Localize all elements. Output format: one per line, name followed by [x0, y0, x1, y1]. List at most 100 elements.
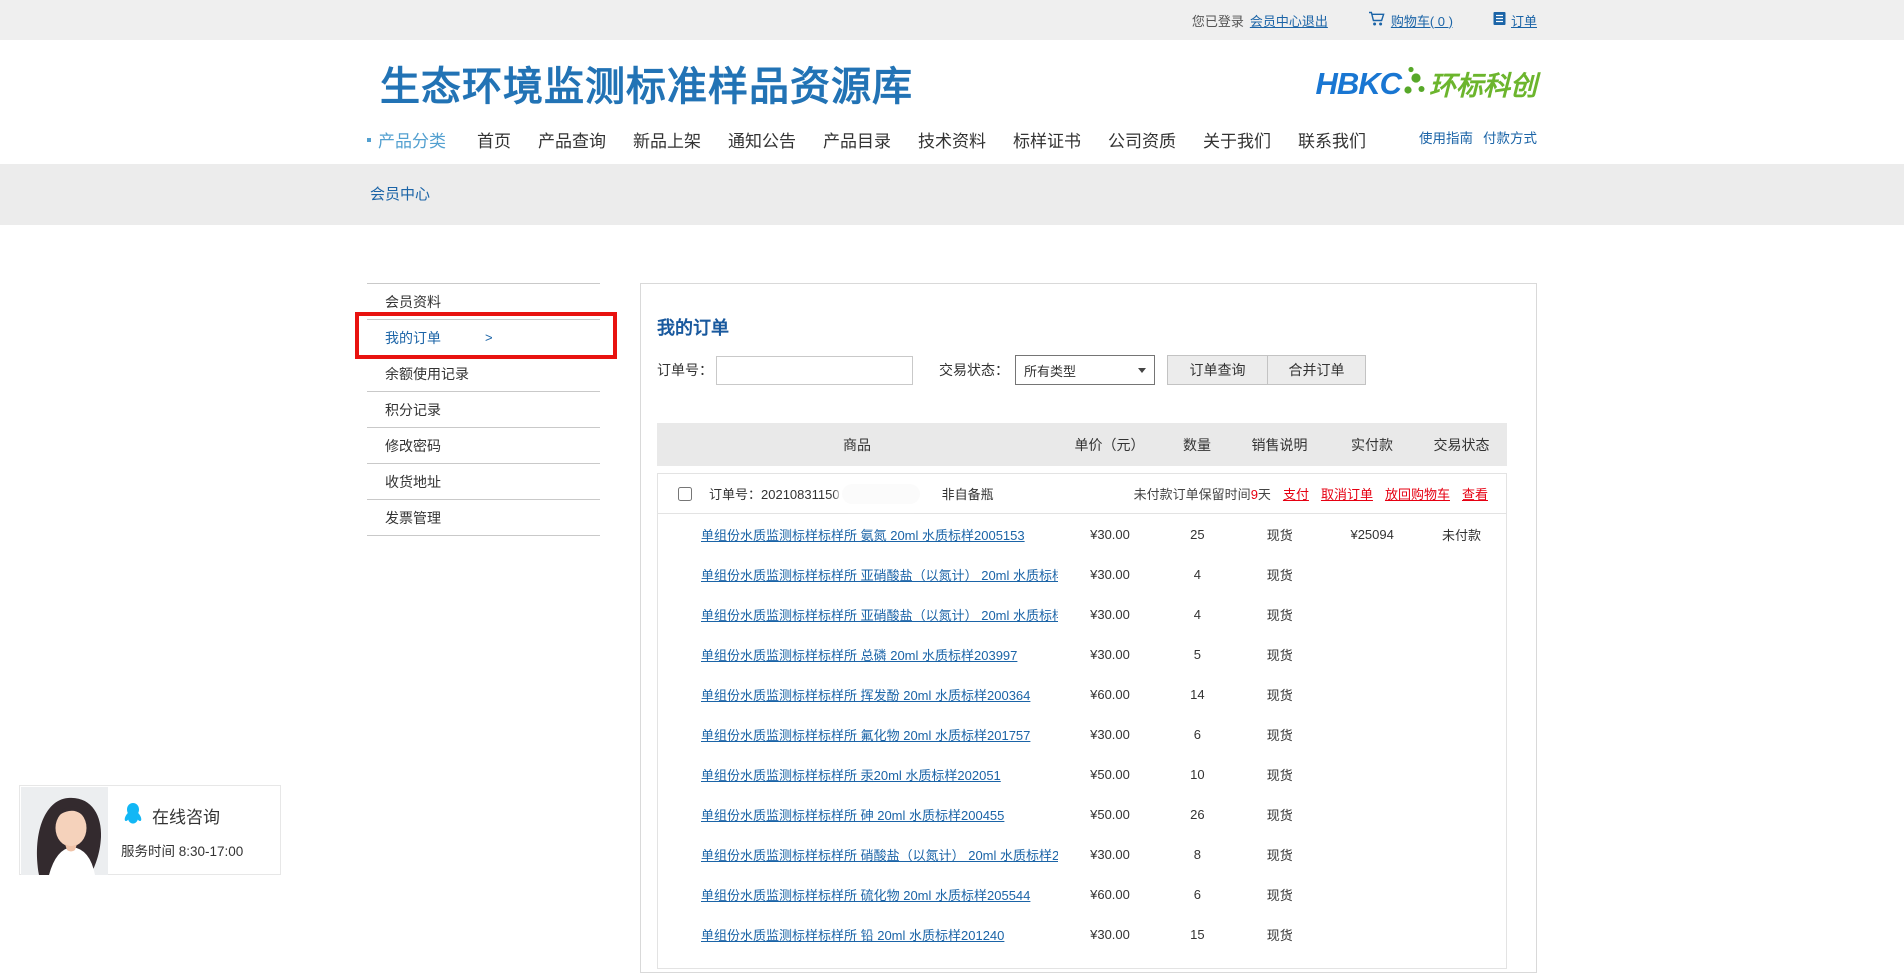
product-qty: 25 [1162, 527, 1232, 542]
order-product-rows: 单组份水质监测标样标样所 氨氮 20ml 水质标样2005153 ¥30.00 25… [658, 514, 1506, 968]
cart-group[interactable]: 购物车( 0 ) [1368, 11, 1453, 30]
orders-group[interactable]: 订单 [1493, 11, 1537, 30]
product-sales-note: 现货 [1232, 525, 1327, 544]
sidebar-item[interactable]: 修改密码 [367, 428, 600, 464]
sidebar-item-label: 余额使用记录 [385, 356, 469, 391]
order-product-row: 单组份水质监测标样标样所 总磷 20ml 水质标样203997¥30.005现货 [658, 634, 1506, 674]
product-link[interactable]: 单组份水质监测标样标样所 铅 20ml 水质标样201240 [701, 928, 1004, 943]
product-sales-note: 现货 [1232, 925, 1327, 944]
product-qty: 14 [1162, 687, 1232, 702]
nav-item[interactable]: 通知公告 [728, 127, 796, 152]
status-select-value: 所有类型 [1024, 361, 1076, 380]
table-header-cell: 商品 [657, 435, 1057, 455]
order-action-link[interactable]: 支付 [1283, 484, 1309, 503]
product-price: ¥60.00 [1058, 887, 1163, 902]
orders-link[interactable]: 订单 [1511, 11, 1537, 30]
product-qty: 6 [1162, 887, 1232, 902]
retention-text: 未付款订单保留时间9天 [1134, 484, 1271, 503]
qq-icon [123, 802, 143, 829]
header: 生态环境监测标准样品资源库 HBKC 环标科创 产品分类 首页产品查询新品上架通… [0, 40, 1904, 164]
brand-dots-icon [1401, 65, 1425, 102]
sidebar-item[interactable]: 我的订单> [367, 320, 600, 356]
sidebar-item[interactable]: 会员资料 [367, 284, 600, 320]
product-sales-note: 现货 [1232, 845, 1327, 864]
consult-title: 在线咨询 [152, 803, 220, 828]
nav-item[interactable]: 联系我们 [1298, 127, 1366, 152]
product-price: ¥30.00 [1058, 847, 1163, 862]
product-name-cell: 单组份水质监测标样标样所 氨氮 20ml 水质标样2005153 [658, 525, 1058, 544]
sidebar-item[interactable]: 余额使用记录 [367, 356, 600, 392]
cart-link[interactable]: 购物车( 0 ) [1391, 11, 1453, 30]
product-link[interactable]: 单组份水质监测标样标样所 挥发酚 20ml 水质标样200364 [701, 688, 1030, 703]
product-sales-note: 现货 [1232, 565, 1327, 584]
product-name-cell: 单组份水质监测标样标样所 砷 20ml 水质标样200455 [658, 805, 1058, 824]
nav-item[interactable]: 技术资料 [918, 127, 986, 152]
product-price: ¥30.00 [1058, 567, 1163, 582]
product-link[interactable]: 单组份水质监测标样标样所 氟化物 20ml 水质标样201757 [701, 728, 1030, 743]
chevron-right-icon: > [485, 320, 493, 355]
product-sales-note: 现货 [1232, 885, 1327, 904]
product-sales-note: 现货 [1232, 725, 1327, 744]
header-utility-link[interactable]: 使用指南 [1419, 127, 1473, 147]
order-checkbox[interactable] [678, 487, 692, 501]
online-consult-widget[interactable]: 在线咨询 服务时间 8:30-17:00 [19, 785, 281, 875]
sidebar-item[interactable]: 收货地址 [367, 464, 600, 500]
sidebar-item-label: 积分记录 [385, 392, 441, 427]
nav-product-category[interactable]: 产品分类 [367, 127, 446, 152]
product-link[interactable]: 单组份水质监测标样标样所 亚硝酸盐（以氮计） 20ml 水质标样200644 [701, 608, 1058, 623]
header-utility-link[interactable]: 付款方式 [1483, 127, 1537, 147]
order-action-link[interactable]: 查看 [1462, 484, 1488, 503]
table-header-cell: 交易状态 [1417, 435, 1506, 455]
order-product-row: 单组份水质监测标样标样所 硫化物 20ml 水质标样205544 ¥60.006现… [658, 874, 1506, 914]
product-link[interactable]: 单组份水质监测标样标样所 砷 20ml 水质标样200455 [701, 808, 1004, 823]
order-action-link[interactable]: 取消订单 [1321, 484, 1373, 503]
product-link[interactable]: 单组份水质监测标样标样所 汞20ml 水质标样202051 [701, 768, 1001, 783]
product-name-cell: 单组份水质监测标样标样所 亚硝酸盐（以氮计） 20ml 水质标样200644 [658, 605, 1058, 624]
brand-logo-cn: 环标科创 [1429, 64, 1537, 103]
agent-photo [21, 787, 108, 875]
sidebar-item-label: 会员资料 [385, 284, 441, 319]
sidebar-item[interactable]: 发票管理 [367, 500, 600, 536]
nav-item[interactable]: 标样证书 [1013, 127, 1081, 152]
category-dot-icon [367, 138, 371, 142]
order-product-row: 单组份水质监测标样标样所 亚硝酸盐（以氮计） 20ml 水质标样200643¥3… [658, 554, 1506, 594]
merge-orders-button[interactable]: 合并订单 [1267, 355, 1366, 385]
order-product-row: 单组份水质监测标样标样所 硝酸盐（以氮计） 20ml 水质标样200850¥30… [658, 834, 1506, 874]
order-no-input[interactable] [716, 356, 913, 385]
nav-items: 首页 产品查询 新品上架 通知公告 产品目录 技术资料 标样证书 公司资质 关于我们 联系我们 [477, 127, 1393, 152]
order-no-label: 订单号： [657, 360, 713, 380]
nav-item[interactable]: 产品查询 [538, 127, 606, 152]
product-link[interactable]: 单组份水质监测标样标样所 总磷 20ml 水质标样203997 [701, 648, 1017, 663]
nav-item[interactable]: 首页 [477, 127, 511, 152]
redacted-order-no [842, 484, 920, 504]
product-link[interactable]: 单组份水质监测标样标样所 硝酸盐（以氮计） 20ml 水质标样200850 [701, 848, 1058, 863]
order-query-button[interactable]: 订单查询 [1167, 355, 1268, 385]
nav-right-links: 使用指南付款方式 [1419, 127, 1537, 147]
sidebar-item-label: 发票管理 [385, 500, 441, 535]
status-select[interactable]: 所有类型 [1015, 355, 1155, 385]
table-header-cell: 销售说明 [1232, 435, 1327, 455]
product-name-cell: 单组份水质监测标样标样所 氟化物 20ml 水质标样201757 [658, 725, 1058, 744]
product-name-cell: 单组份水质监测标样标样所 硝酸盐（以氮计） 20ml 水质标样200850 [658, 845, 1058, 864]
nav-item[interactable]: 新品上架 [633, 127, 701, 152]
member-logout-link[interactable]: 会员中心退出 [1250, 11, 1328, 30]
product-link[interactable]: 单组份水质监测标样标样所 硫化物 20ml 水质标样205544 [701, 888, 1030, 903]
bottle-note: 非自备瓶 [942, 484, 994, 503]
order-product-row: 单组份水质监测标样标样所 汞20ml 水质标样202051¥50.0010现货 [658, 754, 1506, 794]
product-sales-note: 现货 [1232, 605, 1327, 624]
product-link[interactable]: 单组份水质监测标样标样所 氨氮 20ml 水质标样2005153 [701, 528, 1025, 543]
nav-item[interactable]: 公司资质 [1108, 127, 1176, 152]
product-name-cell: 单组份水质监测标样标样所 铅 20ml 水质标样201240 [658, 925, 1058, 944]
nav-item[interactable]: 关于我们 [1203, 127, 1271, 152]
order-product-row: 单组份水质监测标样标样所 亚硝酸盐（以氮计） 20ml 水质标样200644¥3… [658, 594, 1506, 634]
order-action-link[interactable]: 放回购物车 [1385, 484, 1450, 503]
orders-panel: 我的订单 订单号： 交易状态： 所有类型 订单查询 合并订单 商品单价（元）数量… [640, 283, 1537, 973]
product-link[interactable]: 单组份水质监测标样标样所 亚硝酸盐（以氮计） 20ml 水质标样200643 [701, 568, 1058, 583]
order-actions: 未付款订单保留时间9天 支付取消订单放回购物车查看 [1134, 484, 1506, 503]
product-price: ¥50.00 [1058, 807, 1163, 822]
order-header-row: 订单号：20210831150 非自备瓶 未付款订单保留时间9天 支付取消订单放… [658, 474, 1506, 514]
product-qty: 15 [1162, 927, 1232, 942]
nav-item[interactable]: 产品目录 [823, 127, 891, 152]
sidebar-item[interactable]: 积分记录 [367, 392, 600, 428]
breadcrumb: 会员中心 [370, 164, 430, 225]
